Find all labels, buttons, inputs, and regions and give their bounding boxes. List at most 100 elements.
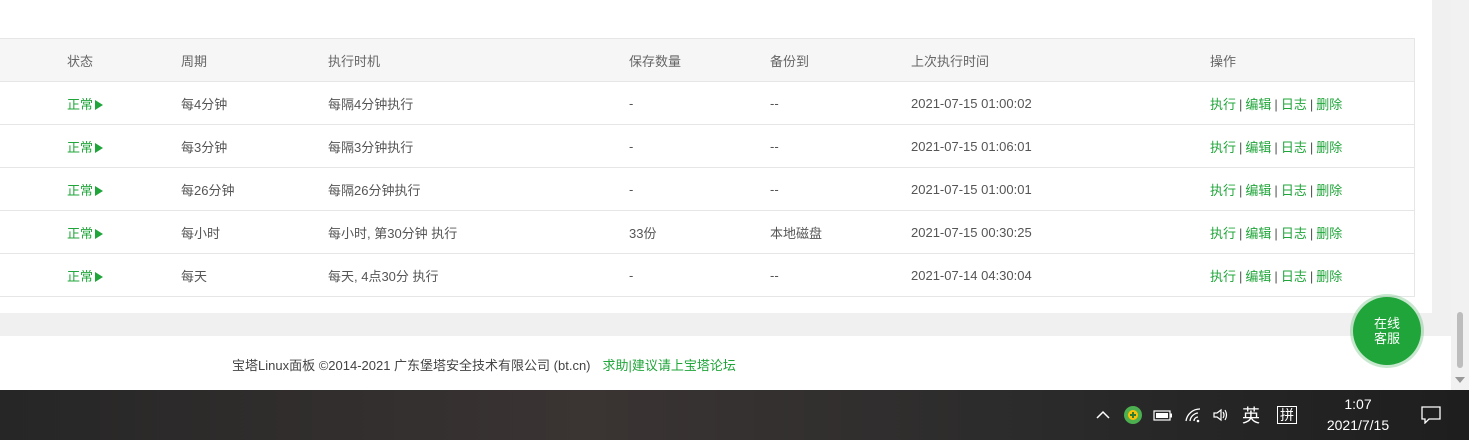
cell-status: 正常 — [67, 81, 181, 125]
op-separator: | — [1274, 182, 1278, 198]
clock-date: 2021/7/15 — [1326, 417, 1390, 433]
wifi-icon[interactable] — [1182, 390, 1204, 440]
play-icon — [95, 185, 104, 196]
status-toggle[interactable]: 正常 — [67, 225, 104, 241]
cell-backup: 本地磁盘 — [770, 210, 911, 254]
table-row: 正常 每3分钟 每隔3分钟执行 - -- 2021-07-15 01:06:01 执行 | 编辑… — [0, 124, 1415, 168]
status-label: 正常 — [67, 268, 94, 284]
run-link[interactable]: 执行 — [1210, 183, 1236, 198]
footer: 宝塔Linux面板 ©2014-2021 广东堡塔安全技术有限公司 (bt.cn… — [0, 336, 1451, 390]
status-toggle[interactable]: 正常 — [67, 140, 104, 155]
status-label: 正常 — [67, 96, 94, 112]
cell-period: 每26分钟 — [181, 167, 328, 211]
cell-last-run: 2021-07-15 01:00:02 — [911, 81, 1210, 125]
cell-last-run: 2021-07-14 04:30:04 — [911, 253, 1210, 297]
op-separator: | — [1309, 225, 1314, 241]
status-toggle[interactable]: 正常 — [67, 182, 104, 198]
clock-time: 1:07 — [1344, 396, 1372, 412]
status-toggle[interactable]: 正常 — [67, 96, 104, 112]
log-link[interactable]: 日志 — [1281, 140, 1307, 155]
log-link[interactable]: 日志 — [1281, 269, 1307, 284]
delete-link[interactable]: 删除 — [1316, 183, 1342, 198]
scroll-down-arrow-icon[interactable] — [1455, 377, 1465, 383]
notification-center-icon[interactable] — [1416, 390, 1446, 440]
op-separator: | — [1239, 96, 1243, 112]
cell-name — [0, 124, 67, 168]
battery-icon[interactable] — [1152, 390, 1174, 440]
header-keep: 保存数量 — [629, 38, 770, 82]
edit-link[interactable]: 编辑 — [1245, 97, 1271, 112]
run-link[interactable]: 执行 — [1210, 226, 1236, 241]
cell-last-run: 2021-07-15 00:30:25 — [911, 210, 1210, 254]
cell-timing: 每隔4分钟执行 — [328, 81, 629, 125]
taskbar-clock[interactable]: 1:07 2021/7/15 — [1313, 394, 1403, 436]
op-separator: | — [1274, 268, 1278, 284]
cell-backup: -- — [770, 167, 911, 211]
cell-timing: 每小时, 第30分钟 执行 — [328, 210, 629, 254]
header-last-run: 上次执行时间 — [911, 38, 1210, 82]
run-link[interactable]: 执行 — [1210, 269, 1236, 284]
status-label: 正常 — [67, 225, 94, 241]
op-separator: | — [1274, 96, 1278, 112]
header-backup: 备份到 — [770, 38, 911, 82]
scrollbar-thumb[interactable] — [1457, 312, 1463, 368]
cell-name — [0, 81, 67, 125]
table-header-row: 状态 周期 执行时机 保存数量 备份到 上次执行时间 操作 — [0, 38, 1415, 82]
forum-link[interactable]: 求助|建议请上宝塔论坛 — [603, 358, 736, 373]
edit-link[interactable]: 编辑 — [1245, 226, 1271, 241]
op-separator: | — [1274, 225, 1278, 241]
header-timing: 执行时机 — [328, 38, 629, 82]
table-row: 正常 每26分钟 每隔26分钟执行 - -- 2021-07-15 01:00:01 执行 |… — [0, 167, 1415, 211]
service-button-line2: 客服 — [1373, 331, 1400, 346]
cell-status: 正常 — [67, 124, 181, 168]
op-separator: | — [1309, 182, 1314, 198]
cell-keep: 33份 — [629, 210, 770, 254]
edit-link[interactable]: 编辑 — [1245, 140, 1271, 155]
delete-link[interactable]: 删除 — [1316, 140, 1342, 155]
cell-timing: 每天, 4点30分 执行 — [328, 253, 629, 297]
play-icon — [95, 142, 104, 153]
log-link[interactable]: 日志 — [1281, 97, 1307, 112]
cell-period: 每天 — [181, 253, 328, 297]
windows-taskbar: 英 拼 1:07 2021/7/15 — [0, 390, 1469, 440]
cell-operations: 执行 | 编辑 | 日志 | 删除 — [1210, 81, 1415, 125]
log-link[interactable]: 日志 — [1281, 226, 1307, 241]
crontab-panel: 状态 周期 执行时机 保存数量 备份到 上次执行时间 操作 正常 每4分钟 每隔4分… — [0, 21, 1432, 313]
cell-name — [0, 253, 67, 297]
ime-language-indicator[interactable]: 英 — [1238, 390, 1264, 440]
cell-name — [0, 210, 67, 254]
online-service-button[interactable]: 在线 客服 — [1353, 297, 1421, 365]
play-icon — [95, 99, 104, 110]
security-shield-icon[interactable] — [1122, 390, 1144, 440]
cell-period: 每小时 — [181, 210, 328, 254]
log-link[interactable]: 日志 — [1281, 183, 1307, 198]
delete-link[interactable]: 删除 — [1316, 269, 1342, 284]
op-separator: | — [1309, 139, 1314, 155]
chevron-up-icon[interactable] — [1092, 390, 1114, 440]
delete-link[interactable]: 删除 — [1316, 97, 1342, 112]
cell-backup: -- — [770, 81, 911, 125]
run-link[interactable]: 执行 — [1210, 140, 1236, 155]
volume-icon[interactable] — [1210, 390, 1232, 440]
op-separator: | — [1239, 225, 1243, 241]
op-separator: | — [1309, 268, 1314, 284]
status-label: 正常 — [67, 182, 94, 198]
status-toggle[interactable]: 正常 — [67, 268, 104, 284]
page-scrollbar[interactable] — [1451, 0, 1469, 390]
run-link[interactable]: 执行 — [1210, 97, 1236, 112]
cell-timing: 每隔3分钟执行 — [328, 124, 629, 168]
edit-link[interactable]: 编辑 — [1245, 183, 1271, 198]
cell-keep: - — [629, 124, 770, 168]
op-separator: | — [1274, 139, 1278, 155]
op-separator: | — [1309, 96, 1314, 112]
cell-backup: -- — [770, 124, 911, 168]
cell-period: 每4分钟 — [181, 81, 328, 125]
copyright-text: 宝塔Linux面板 ©2014-2021 广东堡塔安全技术有限公司 (bt.cn… — [232, 358, 591, 373]
cell-operations: 执行 | 编辑 | 日志 | 删除 — [1210, 167, 1415, 211]
pinyin-mode-icon[interactable]: 拼 — [1274, 390, 1300, 440]
op-separator: | — [1239, 139, 1243, 155]
delete-link[interactable]: 删除 — [1316, 226, 1342, 241]
play-icon — [95, 228, 104, 239]
table-row: 正常 每小时 每小时, 第30分钟 执行 33份 本地磁盘 2021-07-15 00:3… — [0, 210, 1415, 254]
edit-link[interactable]: 编辑 — [1245, 269, 1271, 284]
